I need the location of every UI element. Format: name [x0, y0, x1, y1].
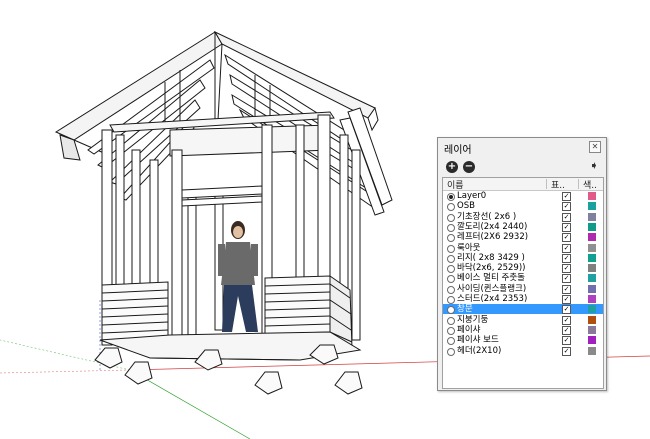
active-layer-radio[interactable] — [447, 306, 455, 315]
visibility-checkbox[interactable]: ✓ — [562, 264, 571, 274]
house-frame-model[interactable] — [54, 30, 393, 395]
visibility-checkbox[interactable]: ✓ — [562, 222, 571, 232]
red-axis-dashed — [0, 369, 131, 374]
layer-color-swatch[interactable] — [588, 243, 596, 252]
panel-titlebar[interactable]: 레이어 ✕ — [438, 138, 606, 157]
layer-name[interactable]: 기초장선( 2x6 ) — [457, 212, 516, 222]
layer-name[interactable]: 헤더(2X10) — [457, 346, 501, 356]
layer-color-swatch[interactable] — [588, 202, 596, 211]
layer-name[interactable]: 페이샤 — [457, 325, 480, 335]
layer-row[interactable]: 리지( 2x8 3429 ) ✓ — [443, 253, 603, 263]
layer-color-swatch[interactable] — [588, 233, 596, 242]
visibility-checkbox[interactable]: ✓ — [562, 305, 571, 315]
layer-name[interactable]: 페이샤 보드 — [457, 335, 499, 345]
active-layer-radio[interactable] — [447, 244, 455, 253]
layer-name[interactable]: 창문 — [457, 304, 473, 314]
visibility-checkbox[interactable]: ✓ — [562, 295, 571, 304]
active-layer-radio[interactable] — [447, 275, 455, 284]
layer-row[interactable]: 깔도리(2x4 2440) ✓ — [443, 222, 603, 232]
person-figure — [218, 221, 258, 332]
active-layer-radio[interactable] — [447, 347, 455, 356]
layer-color-swatch[interactable] — [588, 212, 596, 221]
visibility-checkbox[interactable]: ✓ — [562, 346, 571, 356]
close-icon[interactable]: ✕ — [589, 141, 601, 153]
visibility-checkbox[interactable]: ✓ — [562, 274, 571, 284]
visibility-checkbox[interactable]: ✓ — [562, 336, 571, 346]
layer-color-swatch[interactable] — [588, 305, 596, 314]
layer-color-swatch[interactable] — [588, 295, 596, 303]
layer-name[interactable]: 지붕기둥 — [457, 315, 488, 325]
visibility-checkbox[interactable]: ✓ — [562, 284, 571, 294]
visibility-checkbox[interactable]: ✓ — [562, 202, 571, 212]
column-header-visible[interactable]: 표.. — [551, 178, 565, 191]
active-layer-radio[interactable] — [447, 203, 455, 212]
layer-color-swatch[interactable] — [588, 315, 596, 324]
siding-left — [101, 281, 169, 341]
layers-list: 이름 표.. 색.. Layer0 ✓ OSB ✓ 기초장선( 2x6 ) ✓ 깔도리(2x… — [442, 177, 604, 389]
panel-title: 레이어 — [444, 145, 472, 156]
active-layer-radio[interactable] — [447, 213, 455, 222]
layer-row[interactable]: 룩아웃 ✓ — [443, 243, 603, 253]
layers-panel: 레이어 ✕ + − ➧ 이름 표.. 색.. Layer0 ✓ OSB ✓ 기초장선( … — [437, 137, 607, 391]
active-layer-radio[interactable] — [447, 223, 455, 232]
panel-menu-icon[interactable]: ➧ — [588, 159, 600, 173]
layer-row[interactable]: 사이딩(퀸스플랭크) ✓ — [443, 284, 603, 294]
column-header-name[interactable]: 이름 — [447, 178, 464, 191]
add-layer-icon[interactable]: + — [446, 161, 458, 173]
active-layer-radio[interactable] — [447, 296, 455, 304]
active-layer-radio[interactable] — [447, 285, 455, 294]
layer-color-swatch[interactable] — [588, 346, 596, 355]
active-layer-radio[interactable] — [447, 234, 455, 243]
layer-name[interactable]: Layer0 — [457, 191, 486, 201]
active-layer-radio[interactable] — [447, 193, 455, 201]
layer-name[interactable]: 깔도리(2x4 2440) — [457, 222, 527, 232]
layer-row[interactable]: OSB ✓ — [443, 201, 603, 212]
layers-list-header: 이름 표.. 색.. — [443, 178, 603, 191]
active-layer-radio[interactable] — [447, 254, 455, 263]
layer-row[interactable]: 스터드(2x4 2353) ✓ — [443, 294, 603, 304]
layer-row[interactable]: 헤더(2X10) ✓ — [443, 346, 603, 356]
layer-row[interactable]: Layer0 ✓ — [443, 191, 603, 201]
layer-color-swatch[interactable] — [588, 284, 596, 293]
layer-row[interactable]: 페이샤 보드 ✓ — [443, 335, 603, 346]
active-layer-radio[interactable] — [447, 326, 455, 335]
layer-row[interactable]: 창문 ✓ — [443, 304, 603, 315]
visibility-checkbox[interactable]: ✓ — [562, 253, 571, 263]
active-layer-radio[interactable] — [447, 337, 455, 346]
layer-color-swatch[interactable] — [588, 264, 596, 273]
visibility-checkbox[interactable]: ✓ — [562, 325, 571, 335]
layer-name[interactable]: 베이스 멀티 주춧돌 — [457, 273, 525, 283]
layer-name[interactable]: 스터드(2x4 2353) — [457, 294, 527, 304]
layer-row[interactable]: 페이샤 ✓ — [443, 325, 603, 335]
layer-row[interactable]: 지붕기둥 ✓ — [443, 315, 603, 325]
layer-row[interactable]: 기초장선( 2x6 ) ✓ — [443, 212, 603, 222]
layer-name[interactable]: 바닥(2x6, 2529)) — [457, 263, 525, 273]
layer-name[interactable]: OSB — [457, 201, 475, 211]
visibility-checkbox[interactable]: ✓ — [562, 212, 571, 222]
layer-row[interactable]: 레프터(2X6 2932) ✓ — [443, 232, 603, 243]
visibility-checkbox[interactable]: ✓ — [562, 315, 571, 325]
visibility-checkbox[interactable]: ✓ — [562, 233, 571, 243]
layer-row[interactable]: 베이스 멀티 주춧돌 ✓ — [443, 273, 603, 284]
layer-name[interactable]: 레프터(2X6 2932) — [457, 232, 528, 242]
layer-color-swatch[interactable] — [588, 192, 596, 200]
layer-color-swatch[interactable] — [588, 274, 596, 283]
active-layer-radio[interactable] — [447, 265, 455, 274]
visibility-checkbox[interactable]: ✓ — [562, 243, 571, 253]
layer-row[interactable]: 바닥(2x6, 2529)) ✓ — [443, 263, 603, 274]
layer-color-swatch[interactable] — [588, 222, 596, 231]
visibility-checkbox[interactable]: ✓ — [562, 192, 571, 201]
active-layer-radio[interactable] — [447, 316, 455, 325]
layer-name[interactable]: 리지( 2x8 3429 ) — [457, 253, 525, 263]
remove-layer-icon[interactable]: − — [463, 161, 475, 173]
layer-name[interactable]: 사이딩(퀸스플랭크) — [457, 284, 526, 294]
green-axis — [129, 369, 251, 439]
layer-color-swatch[interactable] — [588, 336, 596, 345]
layer-color-swatch[interactable] — [588, 325, 596, 334]
column-header-color[interactable]: 색.. — [583, 178, 597, 191]
layer-color-swatch[interactable] — [588, 253, 596, 262]
layer-name[interactable]: 룩아웃 — [457, 243, 480, 253]
